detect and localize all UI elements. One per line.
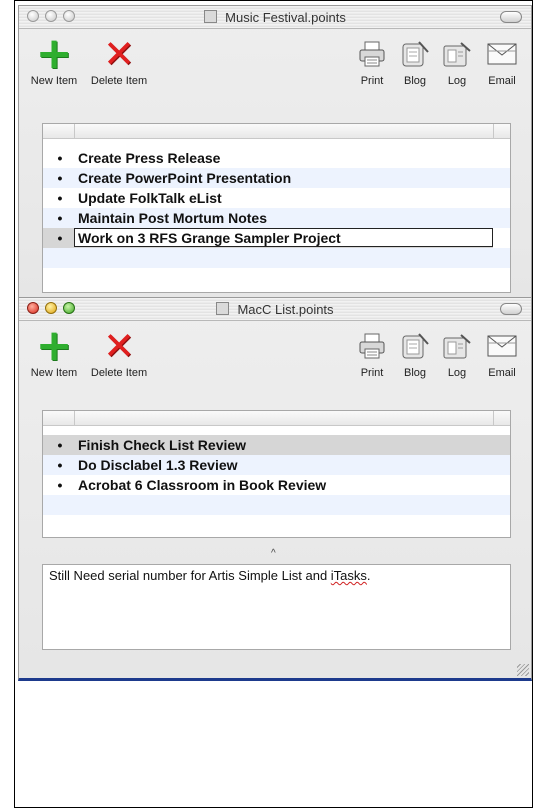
new-item-button[interactable]: + New Item xyxy=(29,28,79,88)
list-item-editing[interactable]: • Work on 3 RFS Grange Sampler Project xyxy=(43,228,493,248)
log-icon xyxy=(443,334,471,359)
item-text: Maintain Post Mortum Notes xyxy=(78,210,268,226)
log-label: Log xyxy=(447,75,467,87)
empty-row xyxy=(43,248,510,268)
splitter-handle[interactable]: ^ xyxy=(271,548,276,559)
delete-item-label: Delete Item xyxy=(90,367,148,379)
item-text: Finish Check List Review xyxy=(78,437,247,453)
window-title: Music Festival.points xyxy=(19,10,531,25)
bullet: • xyxy=(57,210,63,226)
toolbar: + New Item ✕ Delete Item Print Blog Log … xyxy=(19,29,531,101)
envelope-icon xyxy=(487,43,517,65)
item-text: Acrobat 6 Classroom in Book Review xyxy=(78,477,327,493)
bullet: • xyxy=(57,230,63,246)
window-titlebar[interactable]: MacC List.points xyxy=(19,298,531,321)
list-item[interactable]: • Create Press Release xyxy=(43,148,510,168)
print-button[interactable]: Print xyxy=(355,35,389,87)
resize-grip-icon[interactable] xyxy=(517,664,529,676)
music-festival-window: Music Festival.points + New Item ✕ Delet… xyxy=(18,5,532,305)
bullet: • xyxy=(57,190,63,206)
macc-list-window: MacC List.points + New Item ✕ Delete Ite… xyxy=(18,297,532,681)
list-item[interactable]: • Do Disclabel 1.3 Review xyxy=(43,455,510,475)
plus-icon: + xyxy=(35,28,73,79)
email-label: Email xyxy=(488,75,516,87)
log-icon xyxy=(443,42,471,67)
blog-label: Blog xyxy=(403,75,427,87)
plus-icon: + xyxy=(35,320,73,371)
window-title-text: MacC List.points xyxy=(237,302,334,317)
notes-field[interactable]: Still Need serial number for Artis Simpl… xyxy=(42,564,511,650)
empty-row xyxy=(43,495,510,515)
bullet: • xyxy=(57,150,63,166)
list-item[interactable]: • Acrobat 6 Classroom in Book Review xyxy=(43,475,510,495)
outline-list: • Finish Check List Review • Do Disclabe… xyxy=(42,410,511,538)
printer-icon xyxy=(359,333,385,359)
new-item-label: New Item xyxy=(30,367,78,379)
bullet: • xyxy=(57,457,63,473)
print-label: Print xyxy=(360,367,384,379)
delete-item-button[interactable]: ✕ Delete Item xyxy=(89,35,149,87)
list-item[interactable]: • Maintain Post Mortum Notes xyxy=(43,208,510,228)
list-item[interactable]: • Update FolkTalk eList xyxy=(43,188,510,208)
blog-label: Blog xyxy=(403,367,427,379)
printer-icon xyxy=(359,41,385,67)
x-icon: ✕ xyxy=(103,32,135,76)
email-label: Email xyxy=(488,367,516,379)
item-text: Do Disclabel 1.3 Review xyxy=(78,457,238,473)
email-button[interactable]: Email xyxy=(481,327,523,379)
blog-button[interactable]: Blog xyxy=(395,35,435,87)
window-titlebar[interactable]: Music Festival.points xyxy=(19,6,531,29)
toolbar: + New Item ✕ Delete Item Print Blog Log … xyxy=(19,321,531,393)
notes-text: Still Need serial number for Artis Simpl… xyxy=(49,568,331,583)
item-edit-field[interactable]: Work on 3 RFS Grange Sampler Project xyxy=(74,228,493,247)
log-button[interactable]: Log xyxy=(439,35,475,87)
bullet: • xyxy=(57,477,63,493)
x-icon: ✕ xyxy=(103,324,135,368)
document-icon xyxy=(216,302,230,315)
print-button[interactable]: Print xyxy=(355,327,389,379)
window-title-text: Music Festival.points xyxy=(225,10,346,25)
print-label: Print xyxy=(360,75,384,87)
notes-misspelled-word: iTasks xyxy=(330,568,367,583)
notes-period: . xyxy=(366,568,371,583)
delete-item-button[interactable]: ✕ Delete Item xyxy=(89,327,149,379)
outline-list: • Create Press Release • Create PowerPoi… xyxy=(42,123,511,293)
item-text: Create PowerPoint Presentation xyxy=(78,170,292,186)
item-text: Create Press Release xyxy=(78,150,221,166)
list-item-selected[interactable]: • Finish Check List Review xyxy=(43,435,510,455)
window-title: MacC List.points xyxy=(19,302,531,317)
delete-item-label: Delete Item xyxy=(90,75,148,87)
email-button[interactable]: Email xyxy=(481,35,523,87)
envelope-icon xyxy=(487,335,517,357)
bullet: • xyxy=(57,437,63,453)
list-header xyxy=(43,411,510,426)
log-label: Log xyxy=(447,367,467,379)
item-text: Update FolkTalk eList xyxy=(78,190,222,206)
new-item-label: New Item xyxy=(30,75,78,87)
new-item-button[interactable]: + New Item xyxy=(29,320,79,380)
blog-button[interactable]: Blog xyxy=(395,327,435,379)
blog-icon xyxy=(402,333,429,359)
bullet: • xyxy=(57,170,63,186)
list-header xyxy=(43,124,510,139)
blog-icon xyxy=(402,41,429,67)
toolbar-toggle-button[interactable] xyxy=(500,11,522,23)
log-button[interactable]: Log xyxy=(439,327,475,379)
list-item[interactable]: • Create PowerPoint Presentation xyxy=(43,168,510,188)
toolbar-toggle-button[interactable] xyxy=(500,303,522,315)
document-icon xyxy=(204,10,218,23)
